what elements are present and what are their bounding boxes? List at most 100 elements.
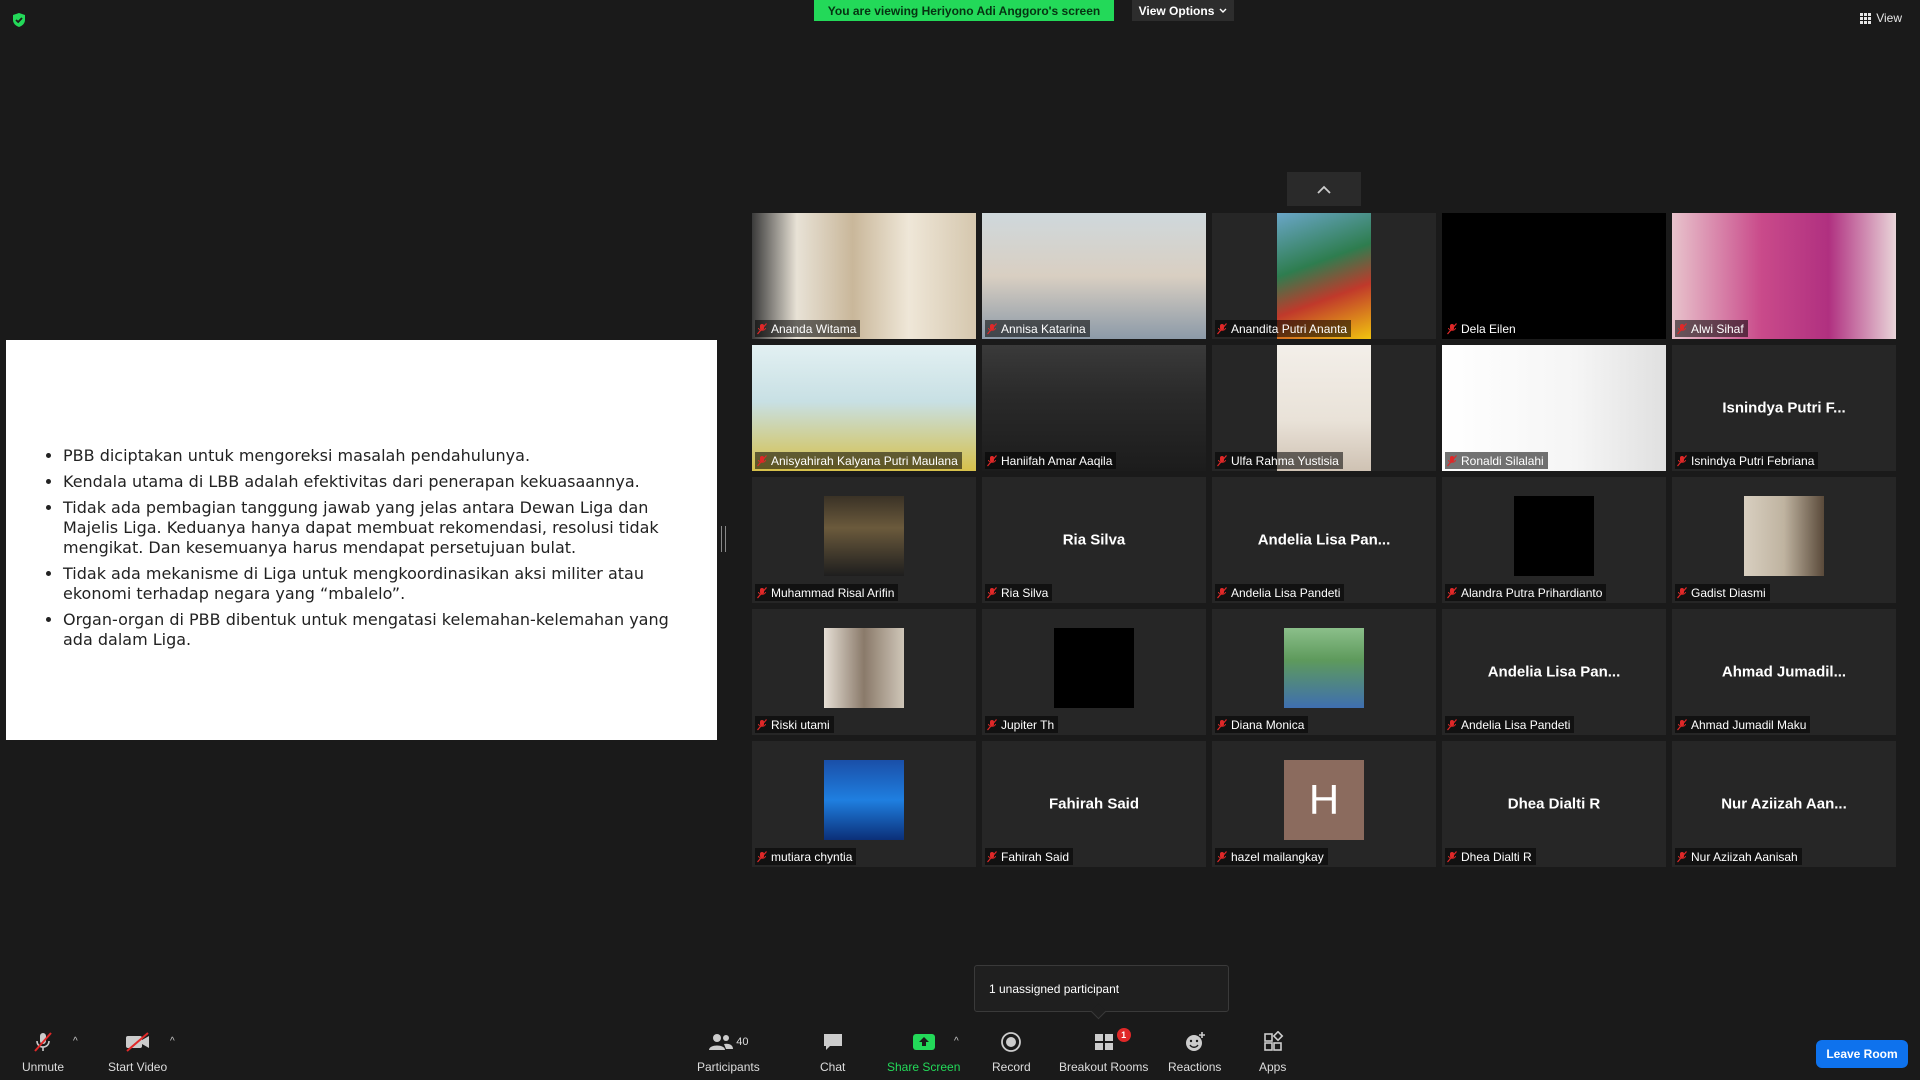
view-options-button[interactable]: View Options <box>1132 0 1234 21</box>
share-screen-label: Share Screen <box>887 1060 961 1074</box>
mic-muted-icon <box>757 586 767 598</box>
participant-name-label: Anisyahirah Kalyana Putri Maulana <box>755 452 962 469</box>
unmute-label: Unmute <box>22 1060 65 1074</box>
chevron-down-icon <box>1219 8 1227 13</box>
participant-tile[interactable]: Dela Eilen <box>1442 213 1666 339</box>
participant-tile[interactable]: Alandra Putra Prihardianto <box>1442 477 1666 603</box>
participant-tile[interactable]: Muhammad Risal Arifin <box>752 477 976 603</box>
participants-button[interactable]: 40 Participants <box>697 1030 760 1074</box>
mic-muted-icon <box>1677 850 1687 862</box>
participant-display-name: Andelia Lisa Pan... <box>1487 663 1621 681</box>
participant-tile[interactable]: Fahirah Said Fahirah Said <box>982 741 1206 867</box>
unmute-button[interactable]: Unmute <box>22 1030 64 1074</box>
participant-name-label: Annisa Katarina <box>985 320 1090 337</box>
participant-tile[interactable]: Gadist Diasmi <box>1672 477 1896 603</box>
mic-muted-icon <box>987 586 997 598</box>
chat-button[interactable]: Chat <box>820 1030 845 1074</box>
participant-name: Gadist Diasmi <box>1691 585 1766 600</box>
record-icon <box>1001 1032 1022 1052</box>
participant-tile[interactable]: Jupiter Th <box>982 609 1206 735</box>
participant-name-label: Anandita Putri Ananta <box>1215 320 1352 337</box>
share-screen-button[interactable]: Share Screen <box>887 1030 960 1074</box>
participants-label: Participants <box>697 1060 760 1074</box>
participant-name: Ananda Witama <box>771 321 857 336</box>
reactions-button[interactable]: Reactions <box>1168 1030 1221 1074</box>
participant-name-label: Fahirah Said <box>985 848 1074 865</box>
record-button[interactable]: Record <box>992 1030 1031 1074</box>
participant-tile[interactable]: Anisyahirah Kalyana Putri Maulana <box>752 345 976 471</box>
participant-name: Isnindya Putri Febriana <box>1691 453 1815 468</box>
mic-muted-icon <box>1677 586 1687 598</box>
reactions-label: Reactions <box>1168 1060 1222 1074</box>
microphone-muted-icon <box>34 1032 52 1052</box>
participant-tile[interactable]: Dhea Dialti R Dhea Dialti R <box>1442 741 1666 867</box>
participant-tile[interactable]: Alwi Sihaf <box>1672 213 1896 339</box>
split-view-resize-handle[interactable] <box>721 526 726 552</box>
participant-tile[interactable]: Annisa Katarina <box>982 213 1206 339</box>
mic-muted-icon <box>1447 718 1457 730</box>
unassigned-participant-tooltip[interactable]: 1 unassigned participant <box>974 965 1229 1012</box>
mic-muted-icon <box>987 454 997 466</box>
participants-icon <box>709 1034 734 1050</box>
avatar: H <box>1284 760 1364 840</box>
participant-tile[interactable]: Haniifah Amar Aaqila <box>982 345 1206 471</box>
security-shield-icon[interactable] <box>11 12 27 28</box>
reactions-icon <box>1185 1032 1205 1051</box>
participant-tile[interactable]: Ananda Witama <box>752 213 976 339</box>
participant-name-label: Diana Monica <box>1215 716 1309 733</box>
participant-name-label: mutiara chyntia <box>755 848 857 865</box>
mic-muted-icon <box>987 850 997 862</box>
mic-muted-icon <box>1217 454 1227 466</box>
mic-muted-icon <box>757 454 767 466</box>
participant-tile[interactable]: mutiara chyntia <box>752 741 976 867</box>
participant-tile[interactable]: Andelia Lisa Pan... Andelia Lisa Pandeti <box>1212 477 1436 603</box>
start-video-button[interactable]: Start Video <box>108 1030 167 1074</box>
participant-name-label: Ria Silva <box>985 584 1053 601</box>
participant-name-label: Ananda Witama <box>755 320 861 337</box>
participant-name-label: Gadist Diasmi <box>1675 584 1770 601</box>
participant-tile[interactable]: Isnindya Putri F... Isnindya Putri Febria… <box>1672 345 1896 471</box>
participant-name-label: Haniifah Amar Aaqila <box>985 452 1117 469</box>
meeting-toolbar: Unmute ^ Start Video ^ 40 Participants C… <box>0 1016 1920 1080</box>
participant-display-name: Ahmad Jumadil... <box>1721 663 1847 681</box>
participant-tile[interactable]: Ahmad Jumadil... Ahmad Jumadil Maku <box>1672 609 1896 735</box>
participant-video <box>1054 628 1134 708</box>
apps-button[interactable]: Apps <box>1259 1030 1286 1074</box>
participant-tile[interactable]: Nur Aziizah Aan... Nur Aziizah Aanisah <box>1672 741 1896 867</box>
participant-name: Fahirah Said <box>1001 849 1070 864</box>
participant-tile[interactable]: Andelia Lisa Pan... Andelia Lisa Pandeti <box>1442 609 1666 735</box>
participant-name: mutiara chyntia <box>771 849 853 864</box>
participant-tile[interactable]: Ronaldi Silalahi <box>1442 345 1666 471</box>
share-options-caret[interactable]: ^ <box>954 1036 959 1047</box>
audio-options-caret[interactable]: ^ <box>73 1036 78 1047</box>
shared-screen-slide: PBB diciptakan untuk mengoreksi masalah … <box>6 340 717 740</box>
participant-name-label: Andelia Lisa Pandeti <box>1445 716 1575 733</box>
breakout-rooms-button[interactable]: 1 Breakout Rooms <box>1059 1028 1148 1074</box>
participant-tile[interactable]: Anandita Putri Ananta <box>1212 213 1436 339</box>
participant-name: Jupiter Th <box>1001 717 1055 732</box>
participant-tile[interactable]: Ulfa Rahma Yustisia <box>1212 345 1436 471</box>
leave-room-button[interactable]: Leave Room <box>1816 1040 1908 1068</box>
participant-tile[interactable]: Ria Silva Ria Silva <box>982 477 1206 603</box>
participant-tile[interactable]: Riski utami <box>752 609 976 735</box>
mic-muted-icon <box>1447 322 1457 334</box>
video-options-caret[interactable]: ^ <box>170 1036 175 1047</box>
participant-name-label: hazel mailangkay <box>1215 848 1328 865</box>
leave-room-label: Leave Room <box>1826 1047 1898 1061</box>
participant-display-name: Andelia Lisa Pan... <box>1257 531 1391 549</box>
participant-display-name: Dhea Dialti R <box>1507 795 1601 813</box>
participant-display-name: Nur Aziizah Aan... <box>1721 795 1847 813</box>
mic-muted-icon <box>1447 454 1457 466</box>
mic-muted-icon <box>1447 586 1457 598</box>
participant-tile[interactable]: Diana Monica <box>1212 609 1436 735</box>
participant-tile[interactable]: Hhazel mailangkay <box>1212 741 1436 867</box>
view-layout-button[interactable]: View <box>1860 11 1902 25</box>
participant-display-name: Ria Silva <box>1062 531 1126 549</box>
participant-name-label: Alwi Sihaf <box>1675 320 1748 337</box>
participant-name: Riski utami <box>771 717 830 732</box>
participant-name: Ria Silva <box>1001 585 1049 600</box>
tooltip-text: 1 unassigned participant <box>989 981 1120 996</box>
gallery-previous-page-button[interactable] <box>1287 172 1361 206</box>
participant-name-label: Nur Aziizah Aanisah <box>1675 848 1802 865</box>
slide-bullet: Organ-organ di PBB dibentuk untuk mengat… <box>63 610 683 650</box>
